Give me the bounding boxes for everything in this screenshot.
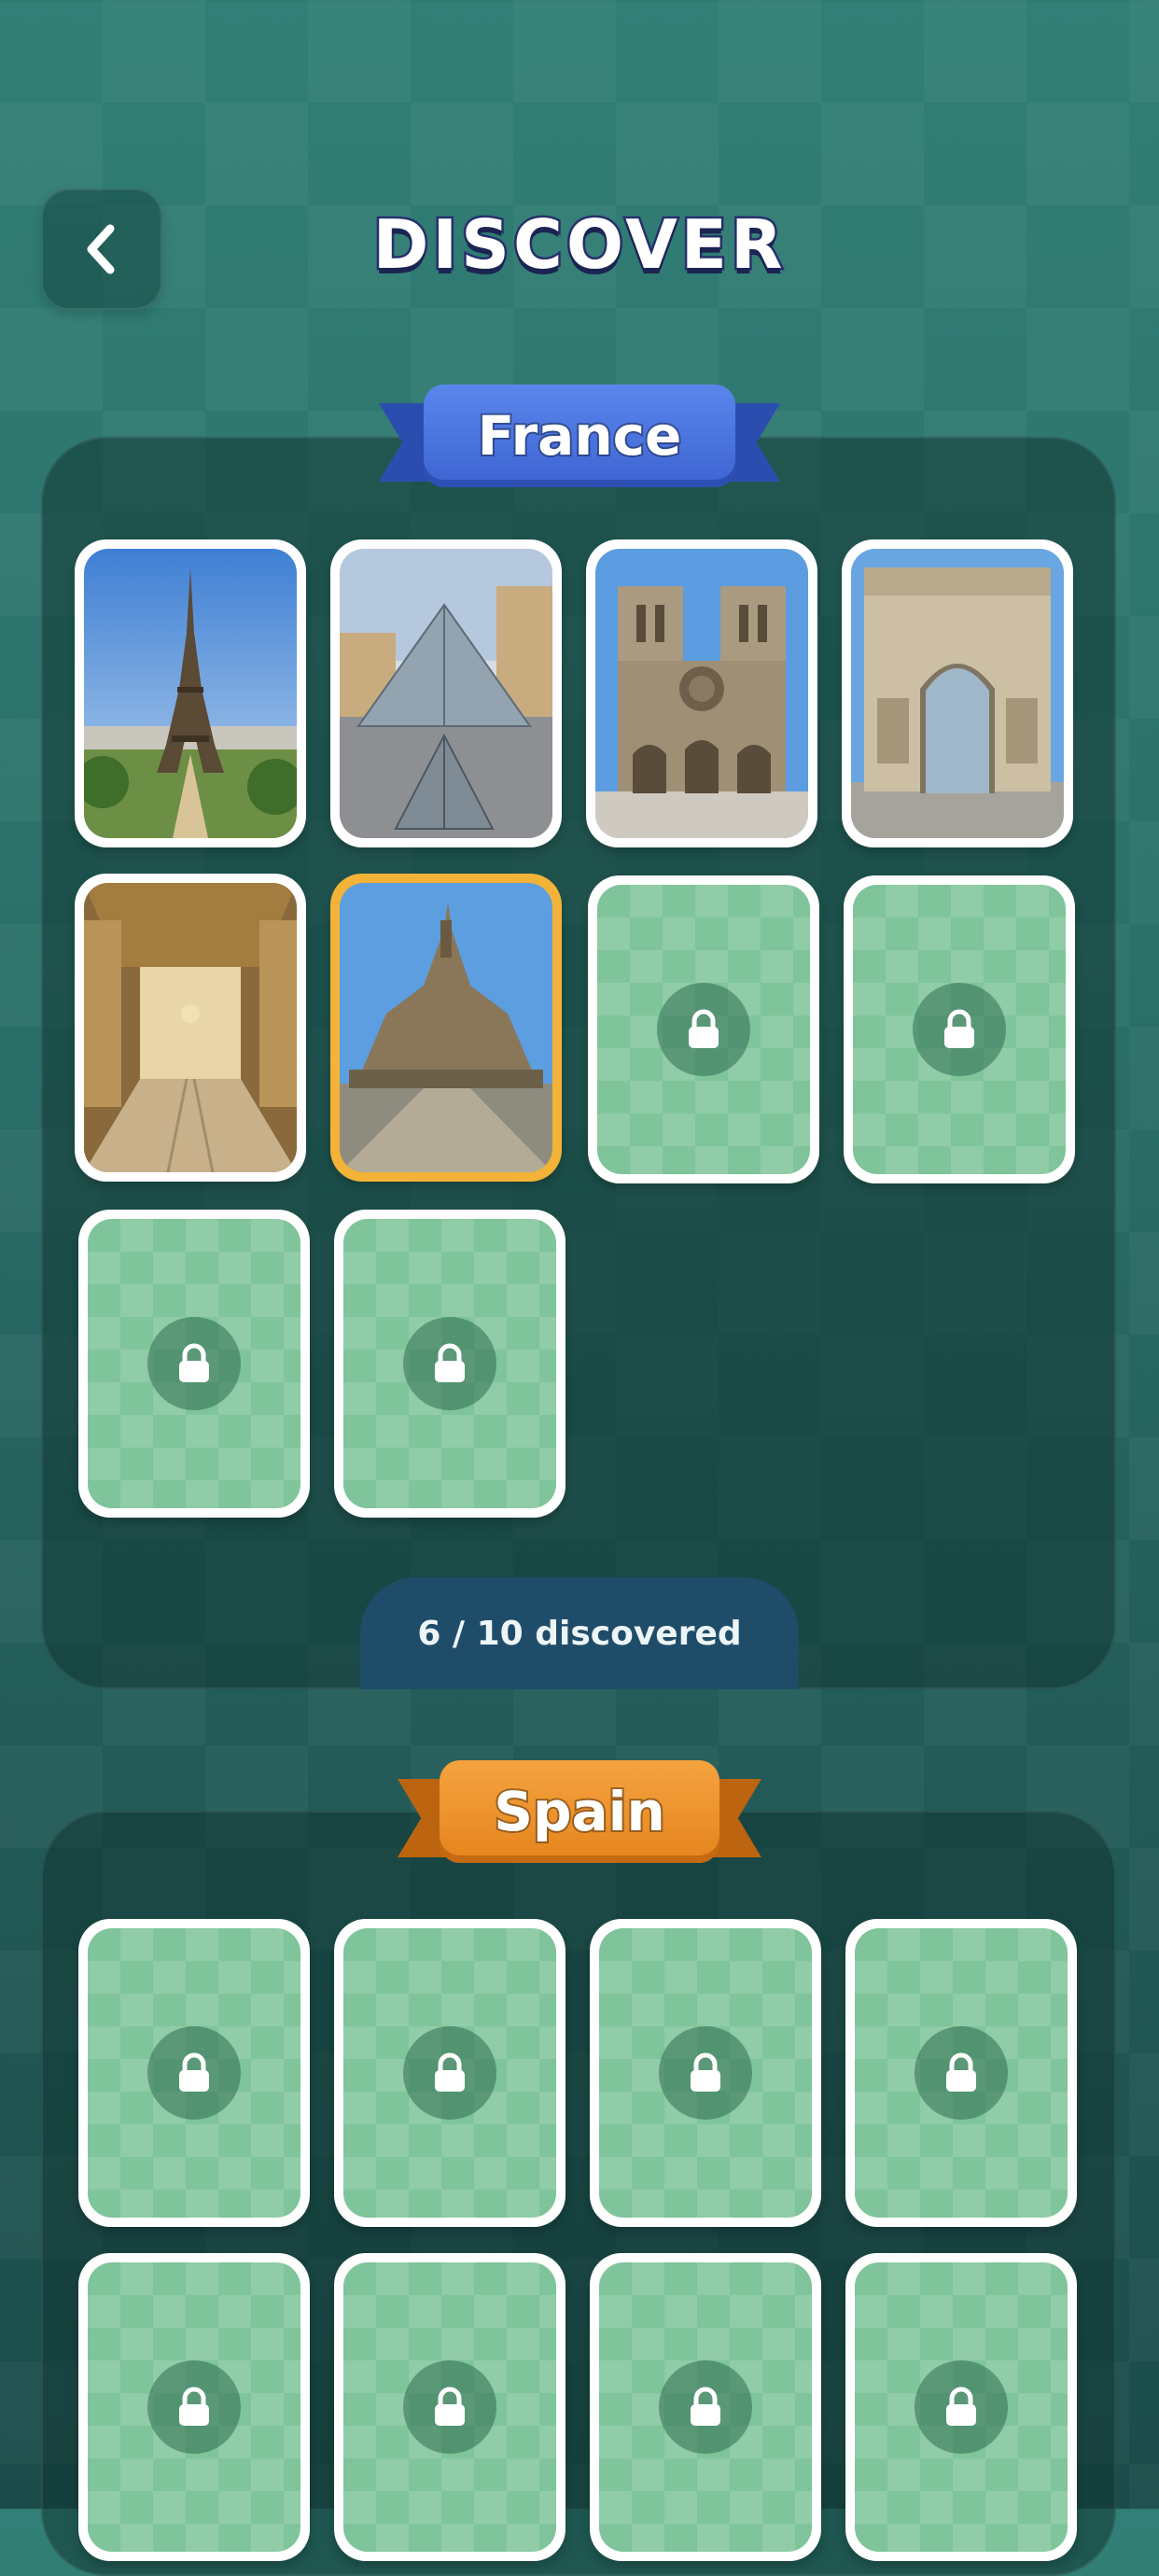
- lock-badge: [915, 2360, 1008, 2454]
- lock-badge: [147, 2026, 241, 2120]
- lock-badge: [403, 1317, 496, 1410]
- locked-card[interactable]: [588, 875, 819, 1183]
- lock-icon: [179, 2052, 209, 2092]
- locked-card[interactable]: [334, 1919, 566, 2227]
- locked-card[interactable]: [334, 1210, 566, 1518]
- landmark-photo: [851, 549, 1064, 838]
- locked-card[interactable]: [590, 1919, 821, 2227]
- lock-icon: [944, 1009, 974, 1048]
- locked-card[interactable]: [78, 2253, 310, 2561]
- country-name: Spain: [440, 1760, 719, 1863]
- lock-badge: [657, 983, 750, 1076]
- lock-badge: [913, 983, 1006, 1076]
- lock-badge: [147, 2360, 241, 2454]
- lock-icon: [691, 2052, 720, 2092]
- lock-badge: [659, 2360, 752, 2454]
- lock-badge: [659, 2026, 752, 2120]
- landmark-photo: [340, 883, 552, 1172]
- locked-card[interactable]: [590, 2253, 821, 2561]
- lock-icon: [946, 2387, 976, 2426]
- lock-icon: [435, 1343, 465, 1382]
- landmark-photo: [84, 883, 297, 1172]
- lock-icon: [946, 2052, 976, 2092]
- lock-badge: [147, 1317, 241, 1410]
- landmark-card-eiffel-tower[interactable]: [75, 539, 306, 847]
- discovered-counter: 6 / 10 discovered: [360, 1577, 799, 1689]
- landmark-card-notre-dame[interactable]: [586, 539, 817, 847]
- lock-icon: [179, 2387, 209, 2426]
- lock-badge: [403, 2026, 496, 2120]
- lock-icon: [179, 1343, 209, 1382]
- locked-card[interactable]: [334, 2253, 566, 2561]
- locked-card[interactable]: [78, 1919, 310, 2227]
- country-ribbon-spain: Spain: [398, 1760, 761, 1863]
- landmark-photo: [340, 549, 552, 838]
- lock-badge: [915, 2026, 1008, 2120]
- lock-icon: [435, 2387, 465, 2426]
- lock-badge: [403, 2360, 496, 2454]
- locked-card[interactable]: [844, 875, 1075, 1183]
- landmark-photo: [84, 549, 297, 838]
- lock-icon: [435, 2052, 465, 2092]
- landmark-card-hall-of-mirrors[interactable]: [75, 874, 306, 1182]
- locked-card[interactable]: [845, 2253, 1077, 2561]
- country-name: France: [423, 385, 736, 487]
- landmark-card-arc-de-triomphe[interactable]: [842, 539, 1073, 847]
- page-title: DISCOVER: [370, 203, 787, 287]
- lock-icon: [691, 2387, 720, 2426]
- landmark-card-louvre-pyramid[interactable]: [330, 539, 562, 847]
- landmark-card-mont-saint-michel[interactable]: [330, 874, 562, 1182]
- landmark-photo: [595, 549, 808, 838]
- locked-card[interactable]: [78, 1210, 310, 1518]
- locked-card[interactable]: [845, 1919, 1077, 2227]
- country-ribbon-france: France: [379, 385, 780, 487]
- lock-icon: [689, 1009, 719, 1048]
